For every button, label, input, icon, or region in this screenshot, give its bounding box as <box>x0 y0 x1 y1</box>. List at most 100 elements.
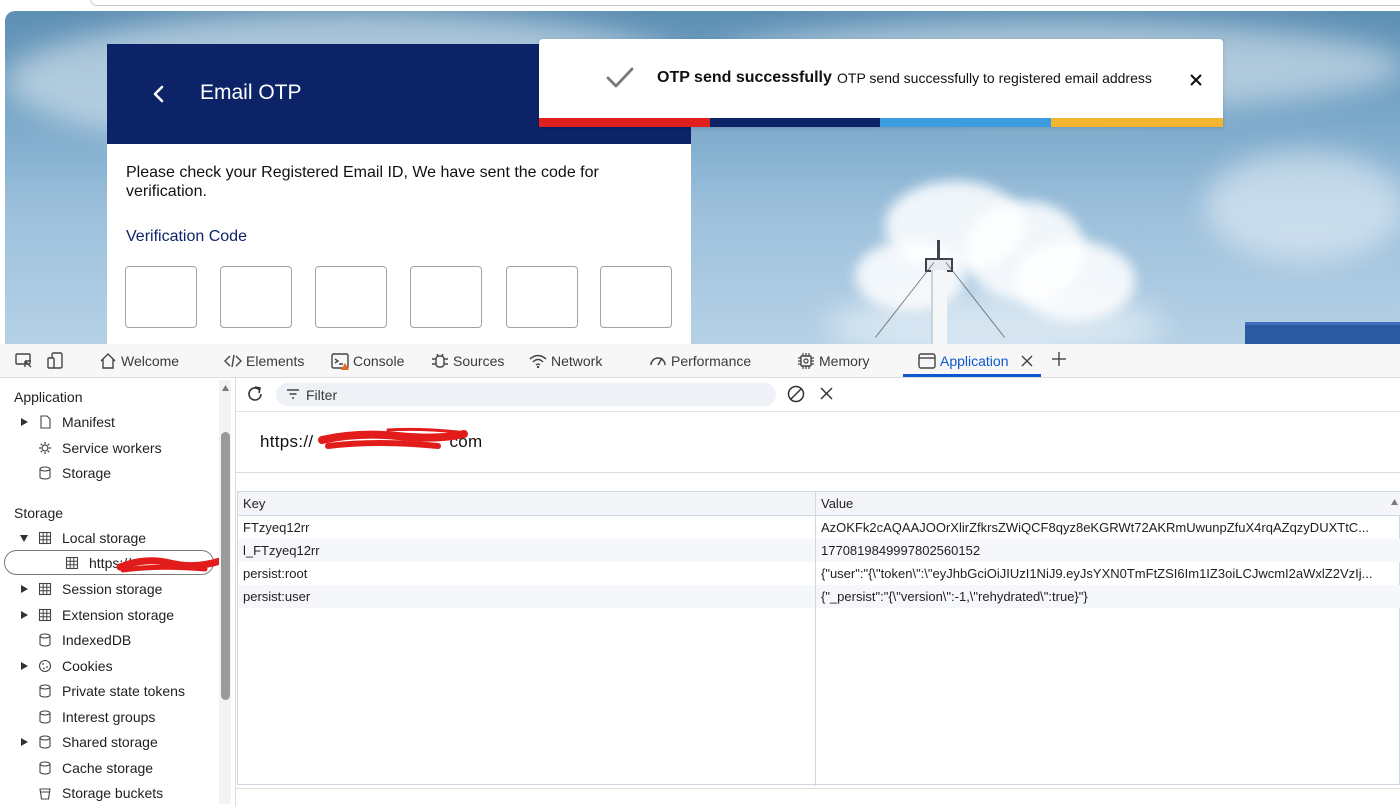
expand-arrow-icon[interactable] <box>19 417 29 427</box>
row-key: persist:root <box>243 566 308 581</box>
expand-arrow-icon[interactable] <box>19 737 29 747</box>
refresh-icon[interactable] <box>244 383 266 405</box>
expand-arrow-icon[interactable] <box>19 584 29 594</box>
sidebar-item-indexeddb[interactable]: IndexedDB <box>0 627 220 652</box>
table-row[interactable]: persist:root {"user":"{\"token\":\"eyJhb… <box>238 562 1400 585</box>
inspect-icon[interactable] <box>14 351 34 371</box>
grid-icon <box>38 582 52 595</box>
add-tab-icon[interactable] <box>1050 350 1068 368</box>
otp-digit-2[interactable] <box>220 266 292 328</box>
database-icon <box>39 683 51 698</box>
sidebar-item-label: Shared storage <box>62 733 158 750</box>
scroll-up-arrow-icon[interactable] <box>1389 492 1400 514</box>
tab-elements[interactable]: Elements <box>223 344 304 378</box>
tab-sources-label: Sources <box>453 353 505 369</box>
table-row[interactable]: l_FTzyeq12rr 1770819849997802560152 <box>238 539 1400 562</box>
otp-digit-5[interactable] <box>506 266 578 328</box>
device-toolbar-icon[interactable] <box>46 351 66 371</box>
collapse-arrow-icon[interactable] <box>19 533 29 543</box>
toast-bar-red <box>539 118 710 127</box>
otp-digit-1[interactable] <box>125 266 197 328</box>
database-icon <box>39 709 51 724</box>
scroll-up-arrow-icon[interactable] <box>221 384 230 392</box>
sidebar-item-interest-groups[interactable]: Interest groups <box>0 704 220 729</box>
sidebar-item-storage-buckets[interactable]: Storage buckets <box>0 780 220 805</box>
sidebar-item-service-workers[interactable]: Service workers <box>0 435 220 460</box>
table-row[interactable]: persist:user {"_persist":"{\"version\":-… <box>238 585 1400 608</box>
grid-icon <box>38 531 52 544</box>
redaction-mark <box>318 427 468 449</box>
row-value: {"_persist":"{\"version\":-1,\"rehydrate… <box>821 589 1088 604</box>
wifi-icon <box>529 354 547 369</box>
sidebar-item-manifest[interactable]: Manifest <box>0 409 220 434</box>
column-header-key[interactable]: Key <box>243 496 265 511</box>
sidebar-item-storage[interactable]: Storage <box>0 460 220 485</box>
sidebar-item-label: Storage buckets <box>62 784 164 801</box>
tab-application[interactable]: Application <box>917 344 1009 378</box>
tab-memory[interactable]: Memory <box>796 344 870 378</box>
delete-selected-icon[interactable] <box>819 386 834 401</box>
tab-performance[interactable]: Performance <box>648 344 751 378</box>
tab-memory-label: Memory <box>819 353 870 369</box>
origin-prefix: https:// <box>260 432 314 451</box>
otp-digit-3[interactable] <box>315 266 387 328</box>
verification-code-label: Verification Code <box>126 228 247 245</box>
clear-all-icon[interactable] <box>787 385 805 403</box>
divider <box>236 788 1400 789</box>
otp-digit-4[interactable] <box>410 266 482 328</box>
toast-bar-yellow <box>1051 118 1223 127</box>
sidebar-item-label: Manifest <box>62 413 115 430</box>
storage-table: Key Value FTzyeq12rr AzOKFk2cAQAAJOOrXli… <box>237 491 1400 786</box>
tab-sources[interactable]: Sources <box>430 344 504 378</box>
sidebar-item-local-storage[interactable]: Local storage <box>0 525 220 550</box>
tab-performance-label: Performance <box>671 353 752 369</box>
origin-header: https://com <box>236 411 1400 473</box>
row-key: FTzyeq12rr <box>243 520 310 535</box>
devtools-tab-bar: Welcome Elements Console Sources Network… <box>0 344 1400 378</box>
sidebar-item-label: Extension storage <box>62 606 175 623</box>
bucket-icon <box>39 787 51 800</box>
sidebar-item-cache-storage[interactable]: Cache storage <box>0 755 220 780</box>
expand-arrow-icon[interactable] <box>19 661 29 671</box>
table-header: Key Value <box>238 492 1400 516</box>
row-value: AzOKFk2cAQAAJOOrXlirZfkrsZWiQCF8qyz8eKGR… <box>821 520 1370 535</box>
sidebar-item-session-storage[interactable]: Session storage <box>0 576 220 601</box>
filter-box[interactable] <box>276 383 776 406</box>
table-row[interactable]: FTzyeq12rr AzOKFk2cAQAAJOOrXlirZfkrsZWiQ… <box>238 516 1400 539</box>
shipping-containers <box>1245 322 1400 344</box>
database-icon <box>39 465 51 480</box>
close-icon[interactable] <box>1187 71 1205 89</box>
back-arrow-icon[interactable] <box>145 80 173 108</box>
sidebar-item-label: Session storage <box>62 580 163 597</box>
sidebar-item-cookies[interactable]: Cookies <box>0 653 220 678</box>
column-divider[interactable] <box>815 492 816 786</box>
browser-page: Email OTP Please check your Registered E… <box>0 0 1400 344</box>
sidebar-item-extension-storage[interactable]: Extension storage <box>0 602 220 627</box>
sidebar-item-label: Private state tokens <box>62 682 185 699</box>
redaction-mark <box>116 557 224 573</box>
filter-icon <box>287 389 299 399</box>
expand-arrow-icon[interactable] <box>19 610 29 620</box>
address-bar[interactable] <box>90 0 1400 6</box>
database-icon <box>39 734 51 749</box>
tab-network[interactable]: Network <box>528 344 602 378</box>
sidebar-scrollbar-thumb[interactable] <box>221 432 230 700</box>
close-tab-icon[interactable] <box>1020 354 1034 368</box>
tab-console[interactable]: Console <box>330 344 404 378</box>
tab-welcome[interactable]: Welcome <box>98 344 179 378</box>
filter-input[interactable] <box>306 385 756 404</box>
console-icon <box>331 353 349 370</box>
sidebar-item-label: Interest groups <box>62 708 156 725</box>
sidebar-item-private-state-tokens[interactable]: Private state tokens <box>0 678 220 703</box>
sidebar-heading-application: Application <box>14 389 83 405</box>
column-header-value[interactable]: Value <box>821 496 853 511</box>
tab-application-label: Application <box>940 353 1009 369</box>
sidebar-item-shared-storage[interactable]: Shared storage <box>0 729 220 754</box>
sidebar-item-label: Cookies <box>62 657 113 674</box>
otp-instruction: Please check your Registered Email ID, W… <box>126 164 599 200</box>
sidebar-item-local-storage-origin[interactable]: https:// <box>4 550 224 575</box>
devtools-panel: Welcome Elements Console Sources Network… <box>0 344 1400 806</box>
sidebar-item-label: IndexedDB <box>62 631 132 648</box>
otp-digit-6[interactable] <box>600 266 672 328</box>
grid-icon <box>38 608 52 621</box>
